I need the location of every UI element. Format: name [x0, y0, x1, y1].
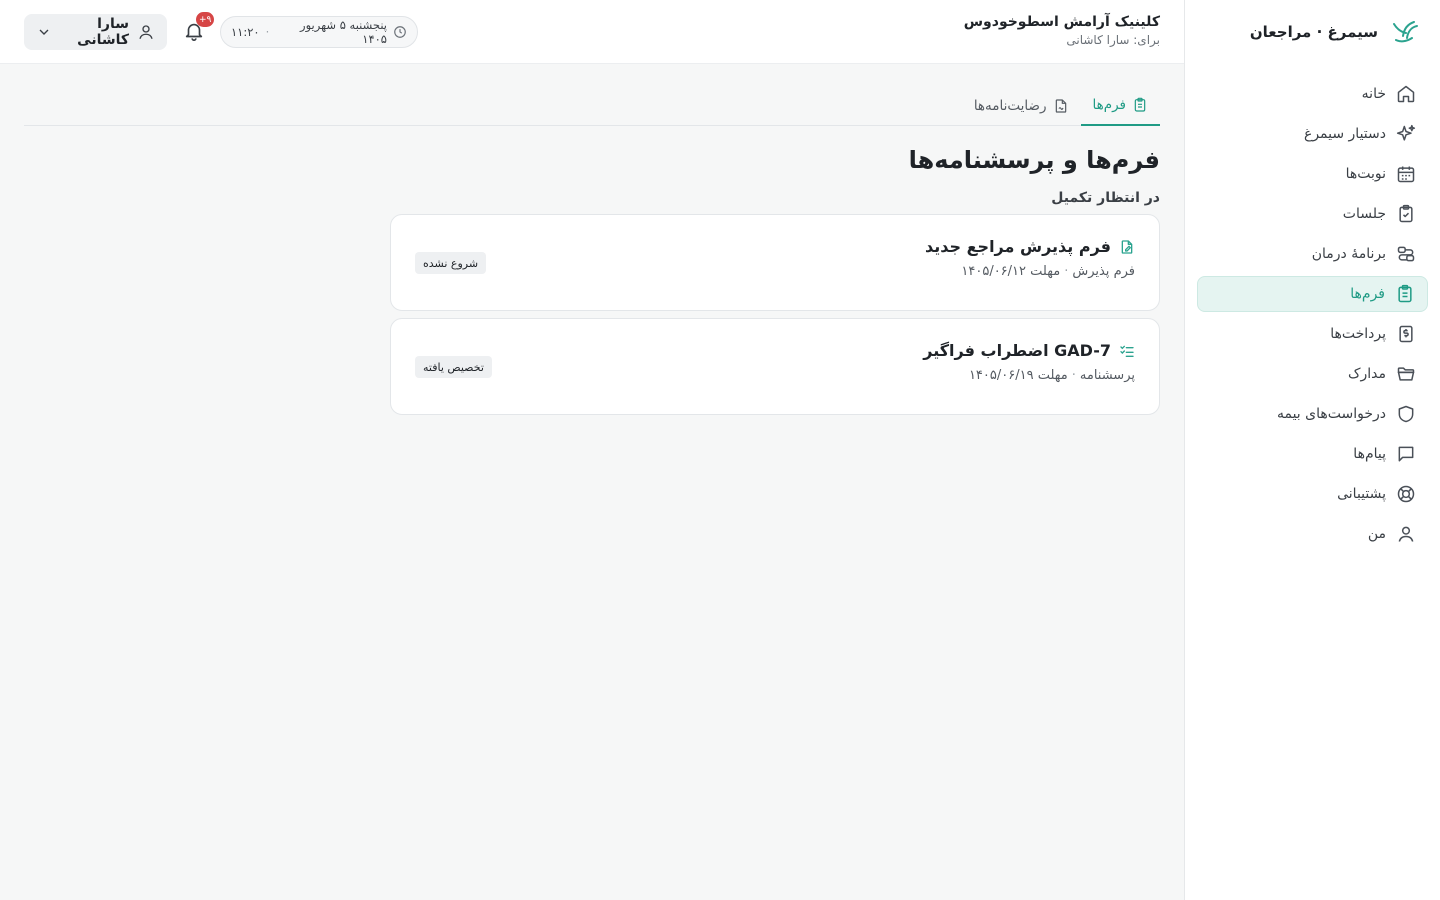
sidebar-item-label: خانه — [1361, 86, 1386, 102]
tabs: فرم‌ها رضایت‌نامه‌ها — [24, 64, 1160, 126]
sidebar-item-messages[interactable]: پیام‌ها — [1197, 436, 1428, 472]
status-badge: شروع نشده — [415, 252, 487, 274]
shield-icon — [1396, 404, 1416, 424]
sidebar-item-payments[interactable]: پرداخت‌ها — [1197, 316, 1428, 352]
form-card[interactable]: فرم پذیرش مراجع جدید فرم پذیرش·مهلت ۱۴۰۵… — [390, 214, 1160, 311]
clinic-subtitle: برای: سارا کاشانی — [1066, 33, 1160, 47]
sidebar-item-me[interactable]: من — [1197, 516, 1428, 552]
sidebar-item-label: فرم‌ها — [1350, 286, 1385, 302]
form-due: مهلت ۱۴۰۵/۰۶/۱۲ — [961, 264, 1061, 279]
form-meta: پرسشنامه·مهلت ۱۴۰۵/۰۶/۱۹ — [415, 368, 1135, 383]
calendar-icon — [1396, 164, 1416, 184]
sidebar-item-appointments[interactable]: نوبت‌ها — [1197, 156, 1428, 192]
form-title: GAD-7 اضطراب فراگیر — [923, 341, 1111, 360]
current-time: ۱۱:۲۰ — [231, 25, 260, 39]
current-date: پنجشنبه ۵ شهریور ۱۴۰۵ — [300, 18, 387, 46]
sidebar-item-assistant[interactable]: دستیار سیمرغ — [1197, 116, 1428, 152]
main-content: فرم‌ها رضایت‌نامه‌ها فرم‌ها و پرسشنامه‌ه… — [24, 64, 1160, 422]
sidebar-nav: خانه دستیار سیمرغ نوبت‌ها جلسات برنامهٔ … — [1185, 76, 1440, 552]
tab-forms[interactable]: فرم‌ها — [1080, 86, 1160, 126]
file-edit-icon — [1119, 239, 1135, 255]
user-name: سارا کاشانی — [77, 16, 129, 48]
sidebar-item-forms[interactable]: فرم‌ها — [1197, 276, 1428, 312]
sidebar-item-support[interactable]: پشتیبانی — [1197, 476, 1428, 512]
sidebar-item-sessions[interactable]: جلسات — [1197, 196, 1428, 232]
chevron-down-icon — [36, 24, 52, 40]
clinic-info: کلینیک آرامش اسطوخودوس برای: سارا کاشانی — [964, 14, 1160, 47]
sidebar-item-home[interactable]: خانه — [1197, 76, 1428, 112]
sidebar-item-label: برنامهٔ درمان — [1311, 246, 1386, 262]
form-title: فرم پذیرش مراجع جدید — [925, 237, 1111, 256]
sidebar-item-label: دستیار سیمرغ — [1303, 126, 1386, 142]
pending-forms-list: فرم پذیرش مراجع جدید فرم پذیرش·مهلت ۱۴۰۵… — [390, 214, 1160, 415]
datetime-chip: پنجشنبه ۵ شهریور ۱۴۰۵ · ۱۱:۲۰ — [220, 16, 418, 48]
tab-consents[interactable]: رضایت‌نامه‌ها — [962, 86, 1081, 126]
form-type: فرم پذیرش — [1072, 264, 1135, 279]
tab-label: فرم‌ها — [1092, 97, 1127, 113]
separator-dot: · — [265, 25, 270, 39]
user-menu-button[interactable]: سارا کاشانی — [24, 14, 167, 50]
status-badge: تخصیص یافته — [415, 356, 492, 378]
form-meta: فرم پذیرش·مهلت ۱۴۰۵/۰۶/۱۲ — [415, 264, 1135, 279]
sidebar-item-label: نوبت‌ها — [1345, 166, 1386, 182]
form-due: مهلت ۱۴۰۵/۰۶/۱۹ — [968, 368, 1068, 383]
form-type: پرسشنامه — [1079, 368, 1135, 383]
separator-dot: · — [1064, 264, 1069, 279]
lifebuoy-icon — [1396, 484, 1416, 504]
sidebar-item-documents[interactable]: مدارک — [1197, 356, 1428, 392]
home-icon — [1396, 84, 1416, 104]
form-card[interactable]: GAD-7 اضطراب فراگیر پرسشنامه·مهلت ۱۴۰۵/۰… — [390, 318, 1160, 415]
top-header: کلینیک آرامش اسطوخودوس برای: سارا کاشانی… — [0, 0, 1184, 64]
separator-dot: · — [1071, 368, 1076, 383]
sidebar-item-label: پیام‌ها — [1353, 446, 1386, 462]
sidebar-item-label: پشتیبانی — [1337, 486, 1386, 502]
brand-name: سیمرغ · مراجعان — [1249, 23, 1378, 41]
sparkles-icon — [1396, 124, 1416, 144]
clipboard-list-icon — [1395, 284, 1415, 304]
notification-badge: ۹+ — [196, 12, 215, 27]
sidebar: سیمرغ · مراجعان خانه دستیار سیمرغ نوبت‌ه… — [1184, 0, 1440, 900]
clipboard-check-icon — [1396, 204, 1416, 224]
sidebar-item-treatment-plan[interactable]: برنامهٔ درمان — [1197, 236, 1428, 272]
sidebar-item-label: درخواست‌های بیمه — [1276, 406, 1386, 422]
route-icon — [1396, 244, 1416, 264]
sidebar-item-label: مدارک — [1347, 366, 1386, 382]
folder-icon — [1396, 364, 1416, 384]
brand[interactable]: سیمرغ · مراجعان — [1185, 0, 1440, 64]
tab-label: رضایت‌نامه‌ها — [973, 98, 1047, 114]
checklist-icon — [1119, 343, 1135, 359]
clipboard-list-icon — [1132, 97, 1148, 113]
file-signature-icon — [1053, 98, 1069, 114]
clinic-name: کلینیک آرامش اسطوخودوس — [963, 14, 1160, 30]
clock-icon — [393, 25, 407, 39]
user-icon — [137, 23, 155, 41]
sidebar-item-label: جلسات — [1342, 206, 1386, 222]
dollar-receipt-icon — [1396, 324, 1416, 344]
section-label-pending: در انتظار تکمیل — [1051, 190, 1160, 206]
sidebar-item-label: من — [1367, 526, 1386, 542]
sidebar-item-label: پرداخت‌ها — [1330, 326, 1386, 342]
simorgh-logo-icon — [1388, 16, 1420, 48]
sidebar-item-insurance[interactable]: درخواست‌های بیمه — [1197, 396, 1428, 432]
user-icon — [1396, 524, 1416, 544]
page-title: فرم‌ها و پرسشنامه‌ها — [908, 146, 1160, 174]
message-icon — [1396, 444, 1416, 464]
